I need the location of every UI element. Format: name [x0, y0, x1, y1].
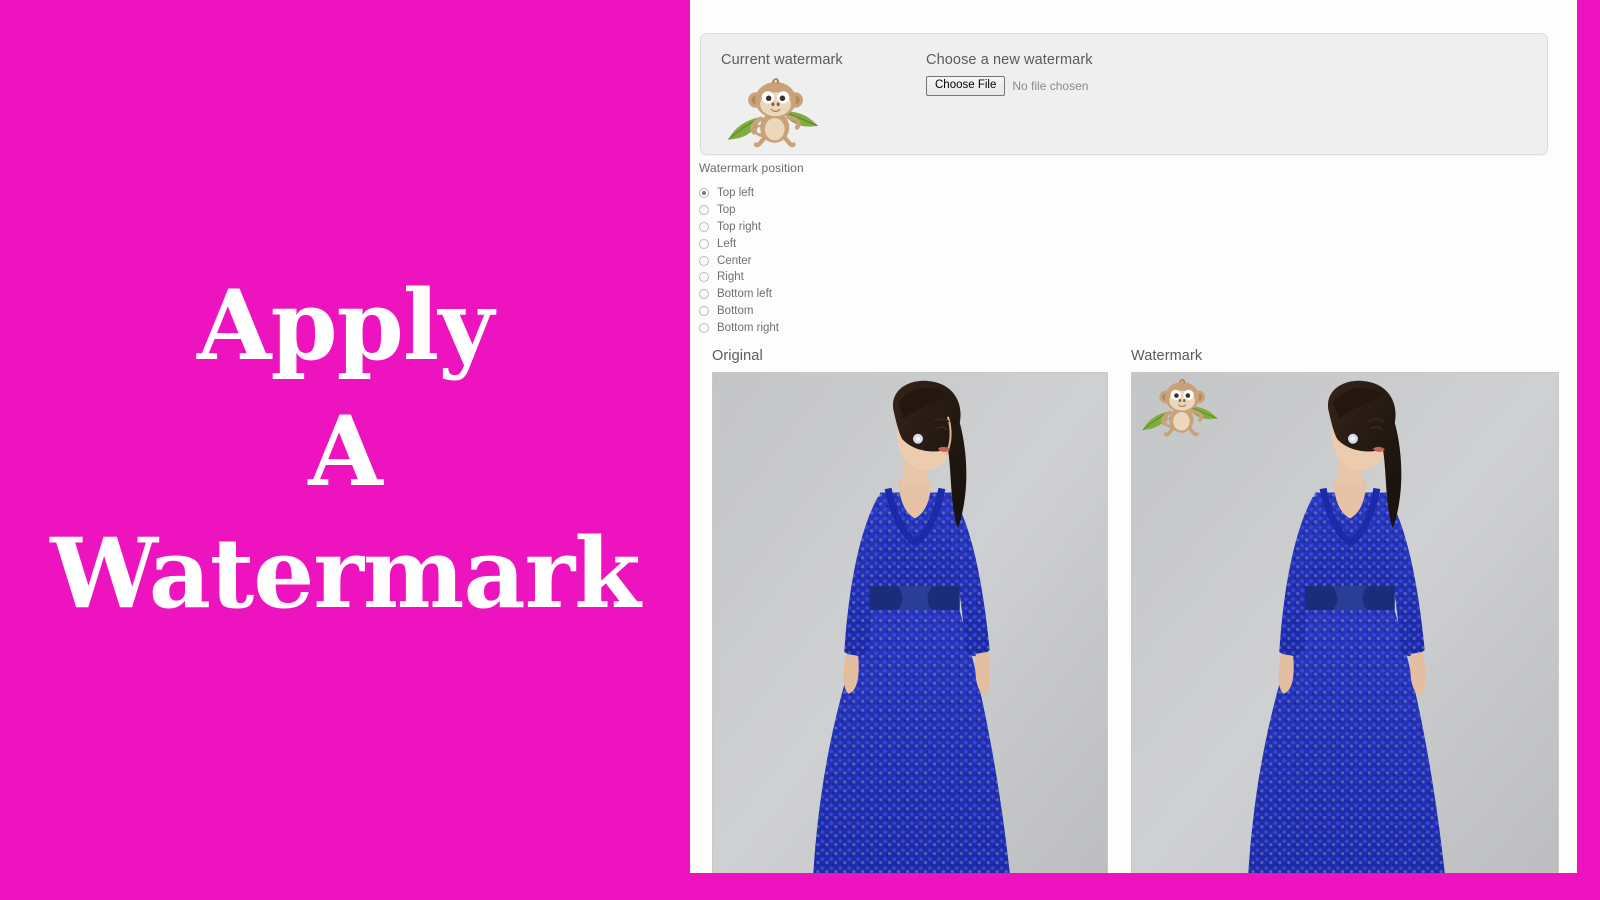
- monkey-watermark-overlay-icon: [1142, 378, 1218, 437]
- position-option-row[interactable]: Top left: [699, 185, 779, 202]
- position-option-label: Bottom: [717, 304, 754, 317]
- position-option-row[interactable]: Left: [699, 235, 779, 252]
- watermarked-photo: [1132, 373, 1558, 873]
- file-input-row[interactable]: Choose File No file chosen: [926, 76, 1346, 96]
- hero-title-line-1: Apply: [197, 269, 494, 383]
- position-option-label: Top left: [717, 187, 755, 200]
- file-chosen-status: No file chosen: [1012, 79, 1089, 93]
- current-watermark-label: Current watermark: [721, 52, 843, 68]
- watermark-upload-card: Current watermark Choose a new watermark…: [700, 33, 1548, 155]
- radio-button-icon[interactable]: [699, 255, 709, 266]
- radio-button-icon[interactable]: [699, 205, 709, 216]
- watermark-app-panel: Current watermark Choose a new watermark…: [690, 0, 1577, 873]
- original-photo: [713, 373, 1107, 873]
- choose-file-button[interactable]: Choose File: [926, 76, 1006, 96]
- position-option-label: Bottom right: [717, 321, 779, 334]
- radio-button-icon[interactable]: [699, 272, 709, 283]
- position-option-label: Center: [717, 254, 752, 267]
- position-option-label: Top: [717, 204, 736, 217]
- position-option-label: Bottom left: [717, 288, 772, 301]
- hero-panel: Apply A Watermark: [0, 0, 690, 900]
- original-preview-column: Original: [712, 348, 1108, 873]
- current-watermark-column: Current watermark: [721, 52, 921, 148]
- radio-button-icon[interactable]: [699, 322, 709, 333]
- position-option-row[interactable]: Top right: [699, 219, 779, 236]
- watermark-position-label: Watermark position: [699, 161, 804, 175]
- position-option-label: Left: [717, 237, 737, 250]
- radio-button-icon[interactable]: [699, 238, 709, 249]
- position-option-row[interactable]: Bottom left: [699, 286, 779, 303]
- original-preview-title: Original: [712, 348, 763, 364]
- original-preview-frame[interactable]: [712, 372, 1108, 873]
- watermarked-preview-frame[interactable]: [1131, 372, 1559, 873]
- position-option-label: Right: [717, 271, 744, 284]
- position-option-row[interactable]: Bottom right: [699, 319, 779, 336]
- position-option-row[interactable]: Bottom: [699, 303, 779, 320]
- position-option-row[interactable]: Top: [699, 202, 779, 219]
- monkey-watermark-icon: [728, 78, 818, 148]
- hero-title-line-2: A: [308, 395, 382, 509]
- watermark-position-radio-group[interactable]: Top left Top Top right Left Center Right Botto…: [699, 185, 779, 336]
- choose-watermark-column: Choose a new watermark Choose File No fi…: [926, 52, 1346, 96]
- position-option-row[interactable]: Right: [699, 269, 779, 286]
- radio-button-icon[interactable]: [699, 289, 709, 300]
- choose-watermark-label: Choose a new watermark: [926, 52, 1093, 68]
- radio-button-icon[interactable]: [699, 305, 709, 316]
- radio-button-icon[interactable]: [699, 221, 709, 232]
- position-option-row[interactable]: Center: [699, 252, 779, 269]
- watermarked-preview-column: Watermark: [1131, 348, 1559, 873]
- watermarked-preview-title: Watermark: [1131, 348, 1203, 364]
- hero-title-line-3: Watermark: [50, 516, 641, 630]
- radio-button-icon[interactable]: [699, 188, 709, 199]
- position-option-label: Top right: [717, 220, 762, 233]
